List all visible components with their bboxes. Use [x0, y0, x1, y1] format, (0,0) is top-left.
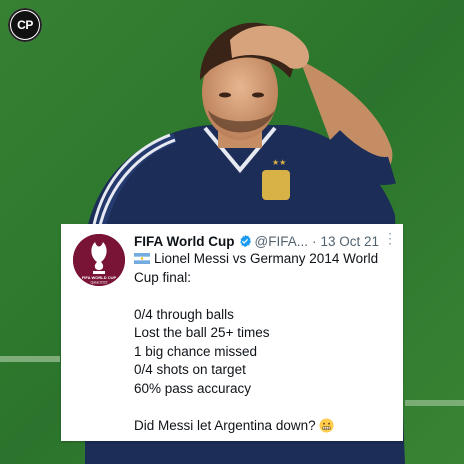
stat-through-balls: 0/4 through balls	[134, 306, 234, 322]
cp-logo: CP	[8, 8, 42, 42]
stat-pass-accuracy: 60% pass accuracy	[134, 380, 252, 396]
argentina-flag-icon	[134, 253, 150, 264]
fifa-world-cup-avatar[interactable]: FIFA WORLD CUP Qatar2022	[73, 234, 125, 286]
tweet-card[interactable]: FIFA WORLD CUP Qatar2022 FIFA World Cup …	[61, 224, 403, 441]
fifa-trophy-icon: FIFA WORLD CUP Qatar2022	[73, 234, 125, 286]
cp-logo-text: CP	[11, 11, 39, 39]
tweet-question: Did Messi let Argentina down?	[134, 417, 394, 436]
stat-shots-on-target: 0/4 shots on target	[134, 362, 246, 377]
author-name[interactable]: FIFA World Cup	[134, 234, 235, 249]
tweet-text-line: Lionel Messi vs Germany 2014 World	[154, 251, 379, 266]
tweet-text: Lionel Messi vs Germany 2014 World Cup f…	[134, 250, 394, 435]
svg-text:★★: ★★	[272, 158, 286, 167]
author-handle[interactable]: @FIFA...	[255, 234, 308, 249]
verified-badge-icon	[239, 234, 251, 248]
stat-big-chance: 1 big chance missed	[134, 343, 258, 359]
tweet-header: FIFA World Cup @FIFA... · 13 Oct 21	[134, 232, 395, 250]
stat-lost-ball: Lost the ball 25+ times	[134, 325, 270, 340]
separator-dot: ·	[311, 233, 317, 249]
question-text: Did Messi let Argentina down?	[134, 417, 316, 433]
grimacing-face-emoji-icon	[319, 417, 334, 433]
svg-text:FIFA WORLD CUP: FIFA WORLD CUP	[82, 275, 117, 280]
svg-text:Qatar2022: Qatar2022	[91, 281, 108, 285]
tweet-text-line: Cup final:	[134, 269, 192, 285]
tweet-line-1: Lionel Messi vs Germany 2014 World	[134, 250, 394, 269]
more-options-icon[interactable]: ⋮	[383, 230, 397, 247]
tweet-date[interactable]: 13 Oct 21	[320, 234, 379, 249]
